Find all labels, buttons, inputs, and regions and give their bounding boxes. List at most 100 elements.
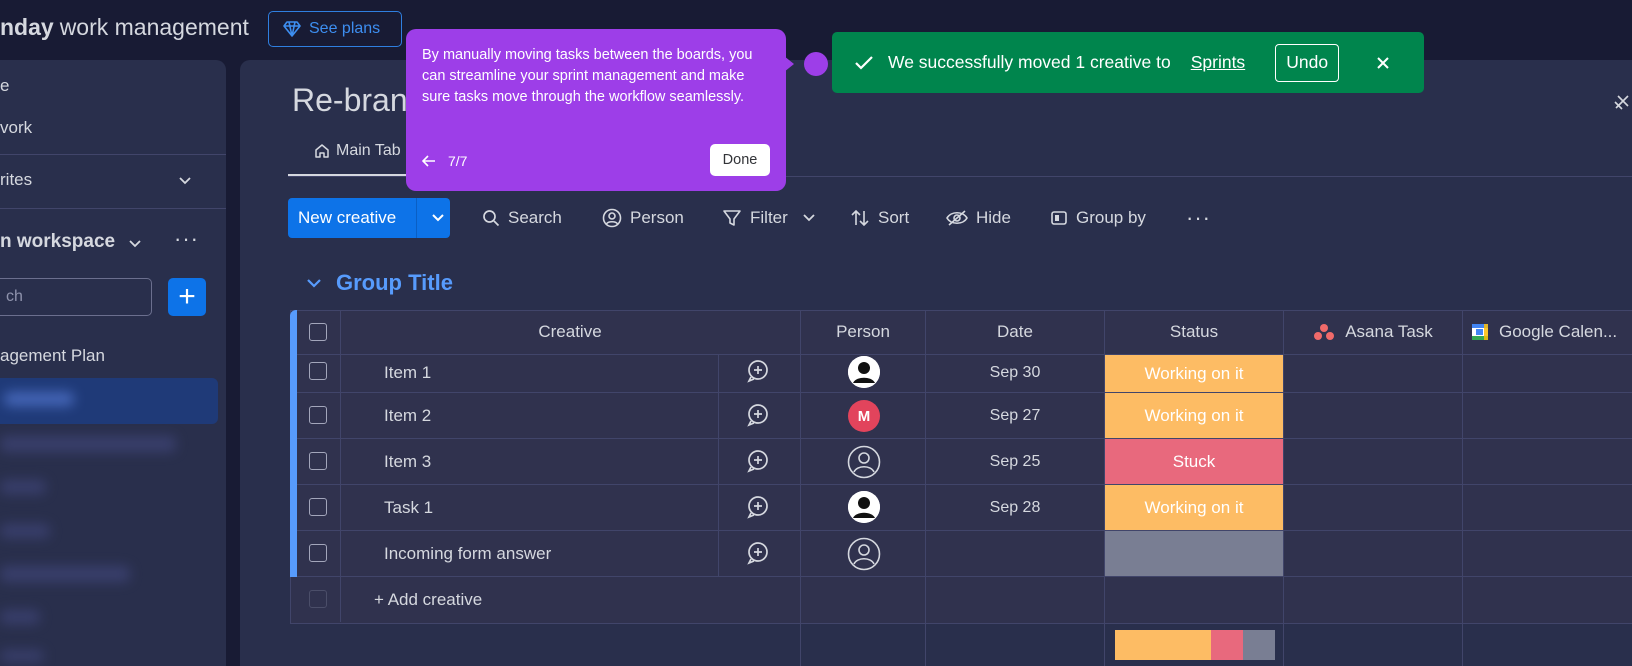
column-header-asana[interactable]: Asana Task	[1284, 310, 1462, 354]
status-summary-bar[interactable]	[1115, 630, 1275, 660]
empty-person-icon[interactable]	[847, 537, 881, 571]
hide-button[interactable]: Hide	[946, 198, 1011, 238]
item-name[interactable]: Item 3	[384, 439, 431, 484]
column-header-status[interactable]: Status	[1105, 310, 1283, 354]
row-checkbox[interactable]	[309, 498, 327, 516]
status-cell[interactable]: Stuck	[1105, 439, 1283, 484]
add-update-icon[interactable]	[746, 495, 770, 519]
workspace-name[interactable]: n workspace	[0, 231, 115, 253]
close-icon[interactable]	[1375, 55, 1391, 71]
column-header-person[interactable]: Person	[801, 310, 925, 354]
item-name[interactable]: Item 2	[384, 393, 431, 438]
date-cell[interactable]: Sep 28	[926, 485, 1104, 530]
status-cell[interactable]	[1105, 531, 1283, 576]
google-calendar-column-label: Google Calen...	[1499, 322, 1618, 341]
search-label: Search	[508, 208, 562, 227]
search-button[interactable]: Search	[482, 198, 562, 238]
blurred-item	[0, 436, 176, 452]
add-update-icon[interactable]	[746, 359, 770, 383]
walkthrough-tooltip: By manually moving tasks between the boa…	[406, 29, 786, 191]
add-update-icon[interactable]	[746, 403, 770, 427]
asana-icon	[1314, 324, 1335, 340]
chevron-down-icon[interactable]	[306, 277, 322, 289]
summary-segment-empty	[1243, 630, 1275, 660]
avatar[interactable]	[848, 356, 880, 388]
sort-button[interactable]: Sort	[850, 198, 909, 238]
person-filter-button[interactable]: Person	[602, 198, 684, 238]
group-by-label: Group by	[1076, 208, 1146, 227]
more-options-icon[interactable]: ···	[174, 226, 199, 252]
sidebar-item-my-work[interactable]: vork	[0, 118, 32, 138]
column-header-creative[interactable]: Creative	[340, 310, 800, 354]
avatar[interactable]	[848, 491, 880, 523]
new-item-label: New creative	[298, 208, 397, 227]
person-label: Person	[630, 208, 684, 227]
blurred-item	[0, 480, 46, 494]
chevron-down-icon[interactable]	[128, 239, 142, 249]
eye-off-icon	[946, 210, 968, 226]
tooltip-text: By manually moving tasks between the boa…	[422, 47, 753, 105]
user-photo-icon	[848, 491, 880, 523]
status-cell[interactable]: Working on it	[1105, 393, 1283, 438]
row-checkbox[interactable]	[309, 362, 327, 380]
empty-person-icon[interactable]	[847, 445, 881, 479]
done-button[interactable]: Done	[710, 144, 770, 176]
chevron-down-icon[interactable]	[178, 176, 192, 186]
toast-message: We successfully moved 1 creative to	[888, 52, 1171, 72]
new-item-button[interactable]: New creative	[288, 198, 450, 238]
date-cell[interactable]: Sep 27	[926, 393, 1104, 438]
date-cell[interactable]: Sep 30	[926, 354, 1104, 392]
column-header-date[interactable]: Date	[926, 310, 1104, 354]
sidebar-item-favorites[interactable]: rites	[0, 170, 32, 190]
filter-button[interactable]: Filter	[722, 198, 816, 238]
hide-label: Hide	[976, 208, 1011, 227]
blurred-item	[0, 524, 50, 538]
date-cell[interactable]	[926, 531, 1104, 576]
user-photo-icon	[848, 356, 880, 388]
group-by-button[interactable]: Group by	[1050, 198, 1146, 238]
avatar[interactable]: M	[848, 400, 880, 432]
item-name[interactable]: Item 1	[384, 354, 431, 392]
add-update-icon[interactable]	[746, 449, 770, 473]
arrow-left-icon[interactable]	[422, 155, 436, 167]
see-plans-label: See plans	[309, 20, 381, 37]
column-header-google-calendar[interactable]: Google Calen...	[1463, 310, 1632, 354]
success-toast: We successfully moved 1 creative to Spri…	[832, 32, 1424, 93]
tooltip-beacon	[804, 52, 828, 76]
checkmark-icon	[855, 55, 873, 70]
board-title[interactable]: Re-bran	[292, 82, 408, 119]
blurred-item	[0, 610, 40, 624]
date-cell[interactable]: Sep 25	[926, 439, 1104, 484]
group-color-bar	[290, 310, 297, 577]
undo-button[interactable]: Undo	[1275, 43, 1340, 82]
sidebar-divider	[0, 154, 226, 155]
chevron-down-icon[interactable]	[802, 213, 816, 223]
sidebar-item-plan[interactable]: agement Plan	[0, 346, 105, 366]
see-plans-button[interactable]: See plans	[268, 11, 402, 47]
summary-segment-stuck	[1211, 630, 1243, 660]
group-header[interactable]: Group Title	[306, 270, 453, 296]
row-checkbox[interactable]	[309, 452, 327, 470]
item-name[interactable]: Task 1	[384, 485, 433, 530]
add-update-icon[interactable]	[746, 541, 770, 565]
toast-link[interactable]: Sprints	[1191, 52, 1245, 73]
blurred-item	[0, 650, 44, 662]
sidebar-search-input[interactable]: ch	[0, 278, 152, 316]
add-board-button[interactable]: +	[168, 278, 206, 316]
chevron-down-icon[interactable]	[431, 213, 450, 223]
filter-icon	[723, 210, 741, 226]
item-name[interactable]: Incoming form answer	[384, 531, 551, 576]
row-checkbox[interactable]	[309, 544, 327, 562]
status-cell[interactable]: Working on it	[1105, 355, 1283, 392]
more-actions-icon[interactable]: ···	[1186, 198, 1211, 238]
add-item-row[interactable]: + Add creative	[374, 577, 482, 622]
sidebar-item-home[interactable]: e	[0, 76, 9, 96]
status-cell[interactable]: Working on it	[1105, 485, 1283, 530]
row-checkbox[interactable]	[309, 406, 327, 424]
app-logo: nday work management	[0, 14, 249, 41]
summary-segment-working	[1115, 630, 1211, 660]
tab-main-table[interactable]: Main Tab	[314, 142, 401, 160]
group-title[interactable]: Group Title	[336, 270, 453, 296]
integrations-icon[interactable]	[1612, 92, 1632, 112]
select-all-checkbox[interactable]	[309, 323, 327, 341]
